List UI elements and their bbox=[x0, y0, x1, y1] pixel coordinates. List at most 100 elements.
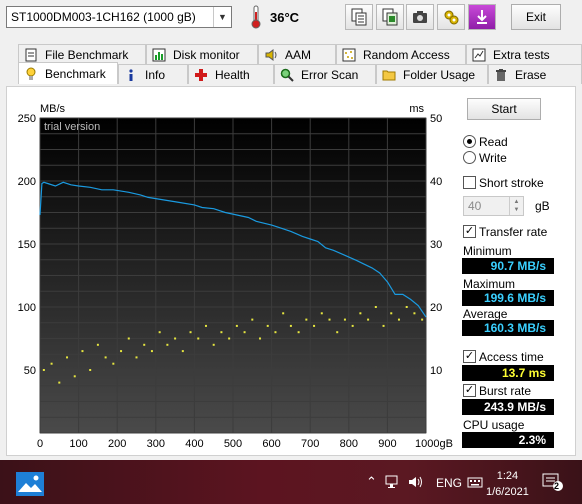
access-time-point bbox=[174, 337, 177, 340]
access-time-point bbox=[220, 331, 223, 334]
access-time-point bbox=[397, 318, 400, 321]
cpu-usage-label: CPU usage bbox=[463, 418, 525, 432]
keyboard-icon[interactable] bbox=[467, 474, 483, 490]
start-button[interactable]: Start bbox=[467, 98, 541, 120]
short-stroke-label: Short stroke bbox=[479, 176, 544, 190]
y-left-tick-label: 150 bbox=[18, 239, 36, 251]
y-right-tick-label: 10 bbox=[430, 365, 442, 377]
short-stroke-checkbox[interactable] bbox=[463, 176, 476, 189]
read-label: Read bbox=[479, 135, 508, 149]
x-tick-label: 700 bbox=[301, 438, 319, 450]
volume-icon[interactable] bbox=[408, 475, 424, 489]
access-time-point bbox=[266, 324, 269, 327]
access-time-point bbox=[112, 362, 115, 365]
write-radio[interactable] bbox=[463, 151, 476, 164]
access-time-point bbox=[351, 324, 354, 327]
access-time-label: Access time bbox=[479, 350, 544, 364]
tab-benchmark[interactable]: Benchmark bbox=[18, 62, 118, 84]
screenshot-button[interactable] bbox=[406, 4, 434, 30]
y-left-unit: MB/s bbox=[40, 103, 66, 115]
copy-screenshot-icon bbox=[382, 8, 398, 26]
network-icon[interactable] bbox=[385, 475, 401, 489]
tab-row-bottom: Benchmark Info Health Error Scan Folder … bbox=[0, 62, 582, 84]
transfer-rate-label: Transfer rate bbox=[479, 225, 548, 239]
tab-erase[interactable]: Erase bbox=[488, 64, 582, 84]
minimum-label: Minimum bbox=[463, 244, 512, 258]
windows-taskbar: ⌃ ENG 1:24 1/6/2021 2 bbox=[0, 460, 582, 504]
tab-label: Disk monitor bbox=[173, 47, 240, 62]
thermometer-icon bbox=[251, 5, 261, 29]
x-tick-label: 600 bbox=[262, 438, 280, 450]
tab-disk-monitor[interactable]: Disk monitor bbox=[146, 44, 258, 64]
tab-label: Health bbox=[215, 67, 250, 82]
spinner-arrows-icon[interactable]: ▲ ▼ bbox=[509, 197, 523, 215]
access-time-point bbox=[42, 369, 45, 371]
y-right-tick-label: 20 bbox=[430, 302, 442, 314]
photos-app-icon[interactable] bbox=[14, 468, 46, 500]
clock-date: 1/6/2021 bbox=[486, 486, 529, 498]
drive-select[interactable]: ST1000DM003-1CH162 (1000 gB) ▼ bbox=[6, 6, 232, 28]
lightbulb-icon bbox=[23, 66, 39, 82]
tab-row-top: File Benchmark Disk monitor AAM Random A… bbox=[0, 44, 582, 64]
y-left-tick-label: 200 bbox=[18, 176, 36, 188]
copy-screenshot-button[interactable] bbox=[376, 4, 404, 30]
access-time-point bbox=[297, 331, 300, 334]
benchmark-chart: 5010015020025010203040500 100 200 300 400 500… bbox=[18, 103, 453, 450]
tab-label: AAM bbox=[285, 47, 312, 62]
average-label: Average bbox=[463, 307, 508, 321]
access-time-point bbox=[382, 324, 385, 327]
access-time-point bbox=[259, 337, 262, 340]
x-tick-label: 200 bbox=[108, 438, 126, 450]
access-time-point bbox=[96, 343, 99, 346]
burst-rate-value: 243.9 MB/s bbox=[462, 399, 554, 415]
stroke-size-input[interactable]: 40 ▲ ▼ bbox=[463, 196, 524, 216]
access-time-point bbox=[197, 337, 200, 340]
access-time-point bbox=[127, 337, 130, 340]
x-tick-label: 800 bbox=[340, 438, 358, 450]
stroke-size-value: 40 bbox=[468, 199, 482, 213]
trial-annotation: trial version bbox=[44, 121, 100, 133]
tab-label: Folder Usage bbox=[403, 67, 476, 82]
tab-random-access[interactable]: Random Access bbox=[336, 44, 466, 64]
tab-info[interactable]: Info bbox=[118, 64, 188, 84]
cpu-usage-value: 2.3% bbox=[462, 432, 554, 448]
burst-rate-checkbox[interactable]: ✓ bbox=[463, 384, 476, 397]
tab-extra-tests[interactable]: Extra tests bbox=[466, 44, 582, 64]
chevron-up-icon[interactable]: ⌃ bbox=[366, 474, 377, 490]
tab-file-benchmark[interactable]: File Benchmark bbox=[18, 44, 146, 64]
tab-label: Extra tests bbox=[493, 47, 550, 62]
access-time-point bbox=[374, 306, 377, 308]
access-time-point bbox=[320, 312, 323, 315]
transfer-rate-checkbox[interactable]: ✓ bbox=[463, 225, 476, 238]
access-time-point bbox=[235, 324, 238, 327]
download-button[interactable] bbox=[468, 4, 496, 30]
read-radio[interactable] bbox=[463, 135, 476, 148]
tab-label: Benchmark bbox=[45, 66, 106, 81]
average-value: 160.3 MB/s bbox=[462, 320, 554, 336]
monitor-icon bbox=[151, 47, 167, 63]
access-time-checkbox[interactable]: ✓ bbox=[463, 350, 476, 363]
hd-tune-window: ST1000DM003-1CH162 (1000 gB) ▼ 36°C Exit bbox=[0, 0, 582, 504]
download-icon bbox=[477, 10, 487, 24]
taskbar-clock[interactable]: 1:24 1/6/2021 bbox=[486, 468, 529, 500]
tab-aam[interactable]: AAM bbox=[258, 44, 336, 64]
access-time-point bbox=[66, 356, 69, 359]
chevron-down-icon[interactable]: ▼ bbox=[213, 7, 231, 27]
tab-health[interactable]: Health bbox=[188, 64, 274, 84]
copy-text-button[interactable] bbox=[345, 4, 373, 30]
tab-error-scan[interactable]: Error Scan bbox=[274, 64, 376, 84]
access-time-point bbox=[89, 369, 92, 371]
y-left-tick-label: 50 bbox=[24, 365, 36, 377]
trash-icon bbox=[493, 67, 509, 83]
random-icon bbox=[341, 47, 357, 63]
notification-icon[interactable] bbox=[542, 472, 564, 492]
access-time-point bbox=[120, 350, 123, 353]
y-left-tick-label: 100 bbox=[18, 302, 36, 314]
language-indicator[interactable]: ENG bbox=[436, 476, 462, 490]
options-button[interactable] bbox=[437, 4, 465, 30]
file-icon bbox=[23, 47, 39, 63]
access-time-point bbox=[50, 362, 53, 365]
x-tick-label: 900 bbox=[378, 438, 396, 450]
tab-folder-usage[interactable]: Folder Usage bbox=[376, 64, 488, 84]
exit-button[interactable]: Exit bbox=[511, 4, 561, 30]
